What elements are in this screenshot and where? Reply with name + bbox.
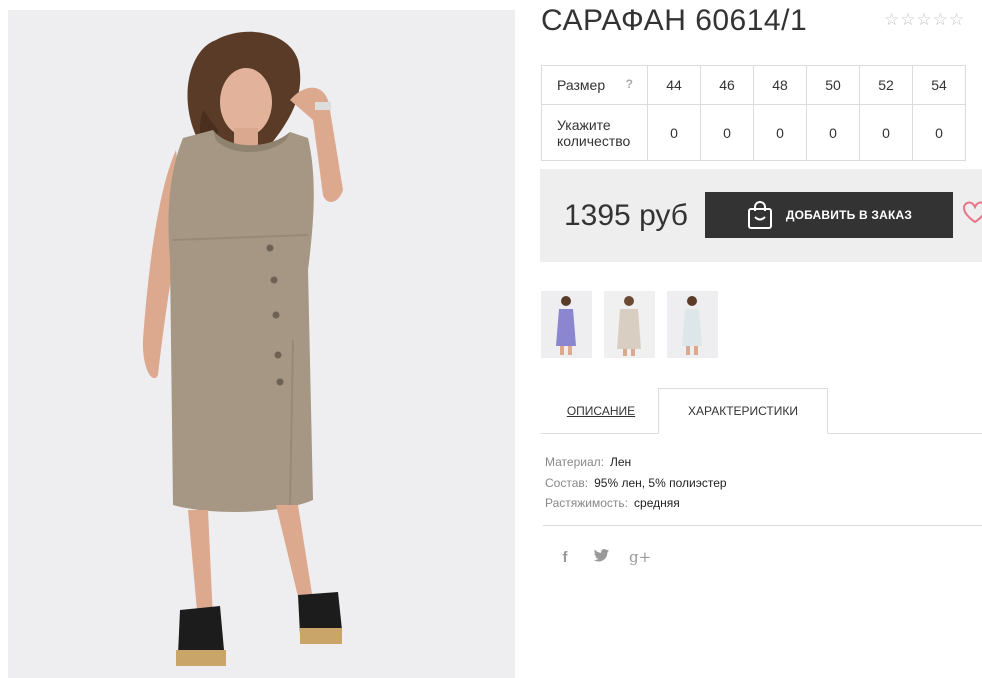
property-key: Состав: — [545, 475, 589, 490]
thumbnail-light-blue-dress[interactable] — [667, 291, 718, 358]
googleplus-icon[interactable]: g+ — [629, 548, 651, 566]
divider — [543, 525, 982, 526]
product-properties: Материал: Лен Состав: 95% лен, 5% полиэсте… — [545, 452, 727, 514]
shopping-bag-icon — [747, 201, 772, 229]
property-row: Растяжимость: средняя — [545, 493, 727, 514]
add-to-order-label: ДОБАВИТЬ В ЗАКАЗ — [785, 208, 913, 222]
property-row: Состав: 95% лен, 5% полиэстер — [545, 473, 727, 494]
property-value: средняя — [634, 496, 680, 510]
twitter-icon[interactable] — [593, 548, 609, 566]
quantity-row: Укажите количество 0 0 0 0 0 0 — [541, 104, 966, 161]
quantity-input-52[interactable]: 0 — [859, 104, 913, 161]
property-value: 95% лен, 5% полиэстер — [594, 475, 727, 490]
product-title: САРАФАН 60614/1 — [541, 4, 808, 37]
wishlist-heart-icon[interactable] — [962, 196, 982, 232]
facebook-icon[interactable]: f — [557, 549, 573, 566]
thumbnail-beige-dress[interactable] — [604, 291, 655, 358]
thumbnail-list — [541, 291, 718, 358]
add-to-order-button[interactable]: ДОБАВИТЬ В ЗАКАЗ — [705, 192, 953, 238]
thumbnail-purple-dress[interactable] — [541, 291, 592, 358]
price: 1395 руб — [564, 199, 688, 232]
size-row: Размер ? 44 46 48 50 52 54 — [541, 65, 966, 105]
quantity-input-46[interactable]: 0 — [700, 104, 754, 161]
size-label-cell: Размер ? — [541, 65, 648, 105]
property-row: Материал: Лен — [545, 452, 727, 473]
tab-description[interactable]: ОПИСАНИЕ — [541, 388, 661, 433]
quantity-input-54[interactable]: 0 — [912, 104, 966, 161]
size-quantity-table: Размер ? 44 46 48 50 52 54 Укажите колич… — [541, 65, 966, 161]
quantity-input-48[interactable]: 0 — [753, 104, 807, 161]
size-48: 48 — [753, 65, 807, 105]
quantity-input-44[interactable]: 0 — [647, 104, 701, 161]
size-label: Размер — [557, 77, 606, 93]
product-tabs: ОПИСАНИЕ ХАРАКТЕРИСТИКИ — [541, 388, 982, 434]
quantity-label: Укажите количество — [541, 104, 648, 161]
buy-box: 1395 руб ДОБАВИТЬ В ЗАКАЗ — [540, 169, 982, 262]
size-52: 52 — [859, 65, 913, 105]
model-in-dress-illustration — [8, 10, 515, 678]
size-help-icon[interactable]: ? — [626, 77, 633, 91]
size-46: 46 — [700, 65, 754, 105]
property-value: Лен — [609, 455, 632, 469]
property-key: Материал: — [545, 455, 604, 469]
product-main-image[interactable] — [8, 10, 515, 678]
size-50: 50 — [806, 65, 860, 105]
property-key: Растяжимость: — [545, 496, 629, 510]
quantity-input-50[interactable]: 0 — [806, 104, 860, 161]
size-44: 44 — [647, 65, 701, 105]
rating-stars[interactable]: ☆☆☆☆☆ — [884, 10, 965, 30]
size-54: 54 — [912, 65, 966, 105]
social-share: f g+ — [557, 548, 652, 566]
tab-characteristics[interactable]: ХАРАКТЕРИСТИКИ — [658, 388, 828, 434]
